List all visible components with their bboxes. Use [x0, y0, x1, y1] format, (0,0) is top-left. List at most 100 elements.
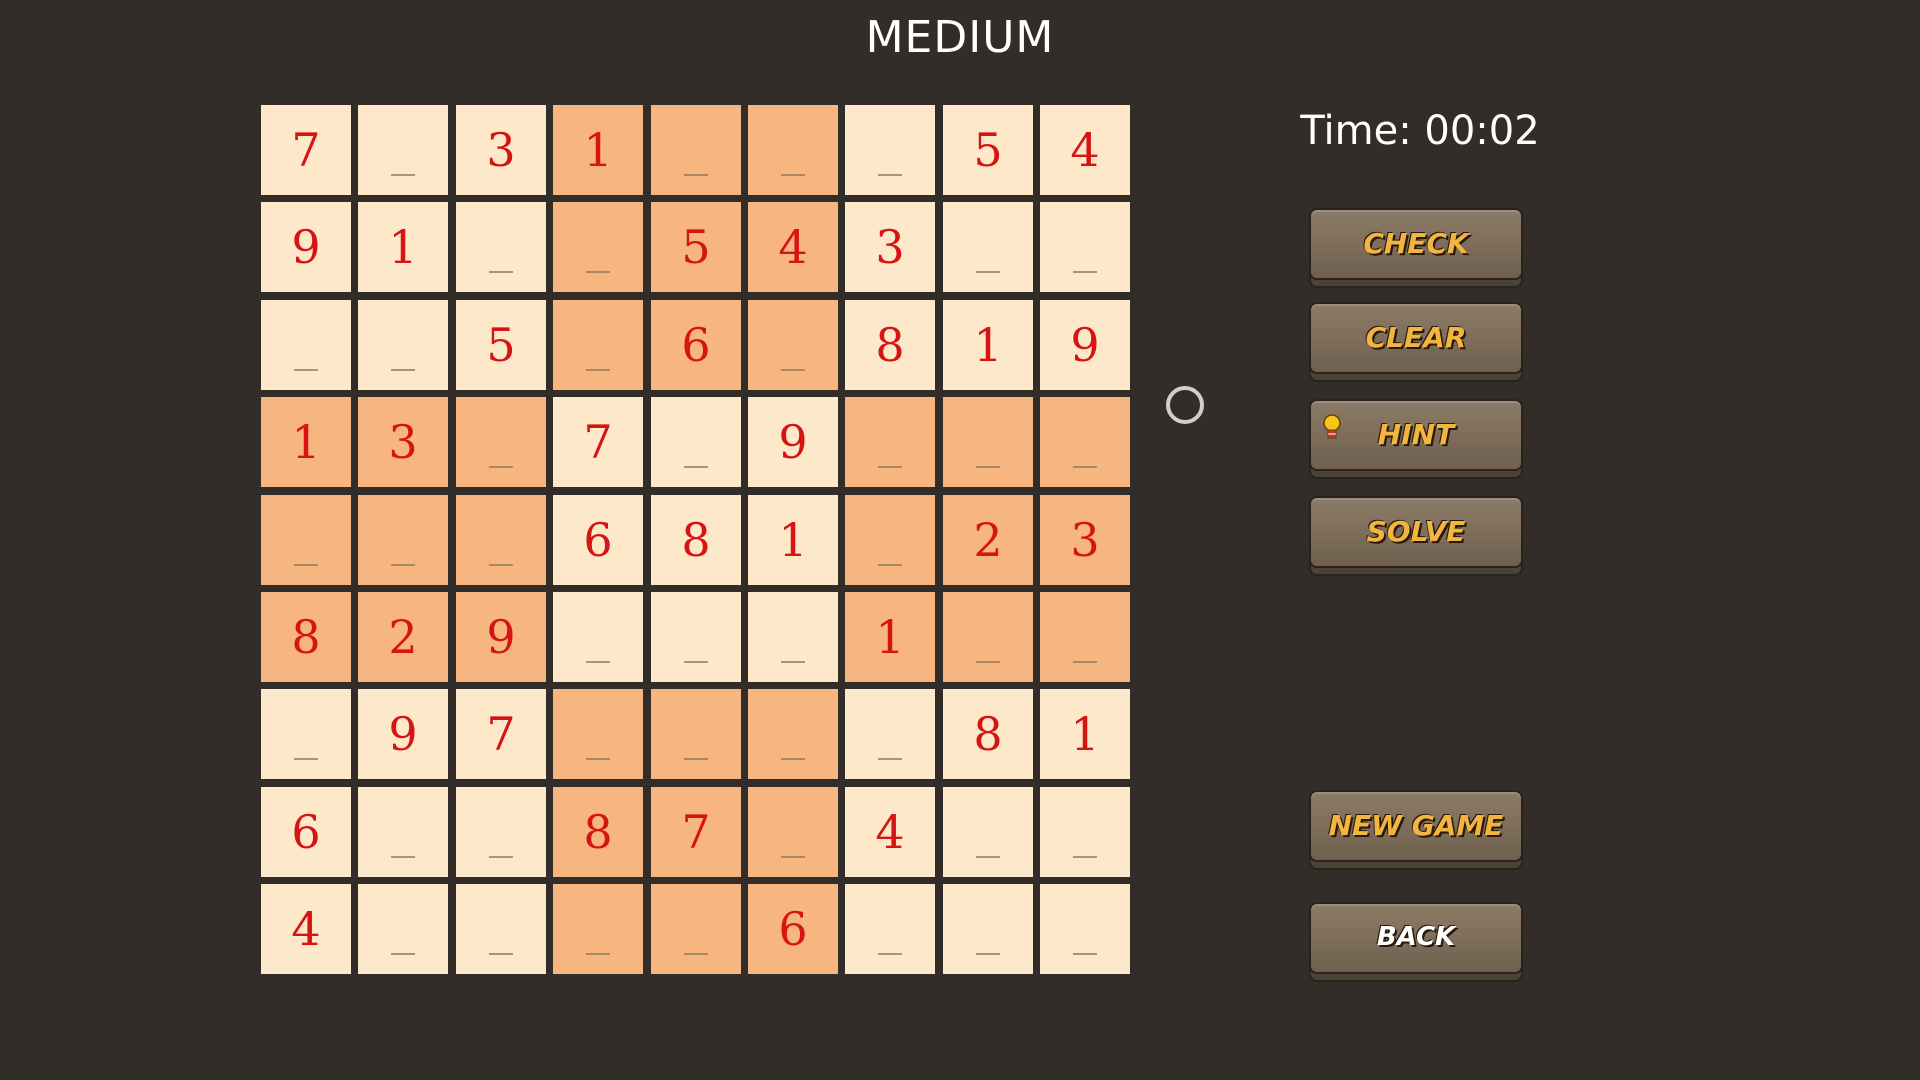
- empty-cell-marker: [878, 466, 902, 468]
- sudoku-cell[interactable]: [358, 787, 448, 877]
- sudoku-cell[interactable]: 5: [943, 105, 1033, 195]
- sudoku-cell[interactable]: 9: [261, 202, 351, 292]
- sudoku-cell[interactable]: 4: [748, 202, 838, 292]
- sudoku-cell[interactable]: [943, 592, 1033, 682]
- cell-digit: 9: [1070, 318, 1100, 372]
- sudoku-cell[interactable]: 1: [1040, 689, 1130, 779]
- sudoku-cell[interactable]: 3: [456, 105, 546, 195]
- sudoku-cell[interactable]: 3: [358, 397, 448, 487]
- sudoku-cell[interactable]: 6: [748, 884, 838, 974]
- sudoku-cell[interactable]: [845, 689, 935, 779]
- sudoku-cell[interactable]: 4: [1040, 105, 1130, 195]
- sudoku-cell[interactable]: [748, 105, 838, 195]
- sudoku-cell[interactable]: 8: [943, 689, 1033, 779]
- empty-cell-marker: [976, 466, 1000, 468]
- new-game-button[interactable]: NEW GAME: [1309, 790, 1523, 872]
- sudoku-cell[interactable]: 8: [651, 495, 741, 585]
- sudoku-cell[interactable]: [1040, 787, 1130, 877]
- hint-button[interactable]: HINT: [1309, 399, 1523, 481]
- sudoku-cell[interactable]: 1: [553, 105, 643, 195]
- sudoku-cell[interactable]: 5: [651, 202, 741, 292]
- sudoku-cell[interactable]: [845, 105, 935, 195]
- sudoku-cell[interactable]: 3: [1040, 495, 1130, 585]
- clear-button[interactable]: CLEAR: [1309, 302, 1523, 384]
- empty-cell-marker: [586, 758, 610, 760]
- sudoku-cell[interactable]: [456, 787, 546, 877]
- sudoku-cell[interactable]: 1: [845, 592, 935, 682]
- sudoku-cell[interactable]: [456, 495, 546, 585]
- sudoku-cell[interactable]: [456, 884, 546, 974]
- sudoku-cell[interactable]: [553, 592, 643, 682]
- sudoku-cell[interactable]: [943, 787, 1033, 877]
- sudoku-cell[interactable]: [943, 397, 1033, 487]
- sudoku-cell[interactable]: [358, 105, 448, 195]
- sudoku-cell[interactable]: [1040, 592, 1130, 682]
- sudoku-cell[interactable]: [1040, 397, 1130, 487]
- empty-cell-marker: [781, 174, 805, 176]
- sudoku-cell[interactable]: [651, 105, 741, 195]
- sudoku-cell[interactable]: 1: [261, 397, 351, 487]
- sudoku-cell[interactable]: [1040, 202, 1130, 292]
- sudoku-cell[interactable]: 9: [358, 689, 448, 779]
- sudoku-cell[interactable]: [845, 495, 935, 585]
- sudoku-cell[interactable]: [845, 884, 935, 974]
- sudoku-cell[interactable]: [261, 689, 351, 779]
- sudoku-cell[interactable]: [748, 689, 838, 779]
- sudoku-cell[interactable]: [943, 202, 1033, 292]
- sudoku-cell[interactable]: 6: [261, 787, 351, 877]
- sudoku-cell[interactable]: 7: [651, 787, 741, 877]
- sudoku-cell[interactable]: [845, 397, 935, 487]
- cell-digit: 5: [973, 123, 1003, 177]
- sudoku-cell[interactable]: [261, 495, 351, 585]
- sudoku-cell[interactable]: 9: [748, 397, 838, 487]
- sudoku-cell[interactable]: [456, 397, 546, 487]
- sudoku-cell[interactable]: 2: [358, 592, 448, 682]
- sudoku-cell[interactable]: 2: [943, 495, 1033, 585]
- back-button[interactable]: BACK: [1309, 902, 1523, 984]
- solve-button[interactable]: SOLVE: [1309, 496, 1523, 578]
- sudoku-cell[interactable]: 8: [553, 787, 643, 877]
- sudoku-cell[interactable]: 1: [943, 300, 1033, 390]
- sudoku-cell[interactable]: [748, 592, 838, 682]
- sudoku-cell[interactable]: [553, 689, 643, 779]
- sudoku-cell[interactable]: [456, 202, 546, 292]
- empty-cell-marker: [976, 953, 1000, 955]
- sudoku-cell[interactable]: 1: [358, 202, 448, 292]
- sudoku-cell[interactable]: 8: [261, 592, 351, 682]
- sudoku-cell[interactable]: 7: [261, 105, 351, 195]
- sudoku-cell[interactable]: [943, 884, 1033, 974]
- sudoku-cell[interactable]: [553, 884, 643, 974]
- sudoku-cell[interactable]: [1040, 884, 1130, 974]
- sudoku-cell[interactable]: [651, 689, 741, 779]
- sudoku-cell[interactable]: 4: [261, 884, 351, 974]
- sudoku-cell[interactable]: [651, 397, 741, 487]
- sudoku-cell[interactable]: 8: [845, 300, 935, 390]
- sudoku-cell[interactable]: 1: [748, 495, 838, 585]
- sudoku-cell[interactable]: [358, 495, 448, 585]
- sudoku-cell[interactable]: 9: [1040, 300, 1130, 390]
- cell-digit: 1: [778, 513, 808, 567]
- sudoku-cell[interactable]: 7: [553, 397, 643, 487]
- sudoku-cell[interactable]: 6: [553, 495, 643, 585]
- sudoku-cell[interactable]: [358, 300, 448, 390]
- sudoku-cell[interactable]: 4: [845, 787, 935, 877]
- sudoku-cell[interactable]: [261, 300, 351, 390]
- sudoku-cell[interactable]: 6: [651, 300, 741, 390]
- sudoku-cell[interactable]: 7: [456, 689, 546, 779]
- sudoku-cell[interactable]: [651, 592, 741, 682]
- cell-digit: 1: [973, 318, 1003, 372]
- sudoku-cell[interactable]: [553, 300, 643, 390]
- sudoku-cell[interactable]: 3: [845, 202, 935, 292]
- sudoku-cell[interactable]: [553, 202, 643, 292]
- sudoku-cell[interactable]: [651, 884, 741, 974]
- empty-cell-marker: [684, 661, 708, 663]
- empty-cell-marker: [586, 271, 610, 273]
- cell-digit: 4: [875, 805, 905, 859]
- sudoku-cell[interactable]: [748, 300, 838, 390]
- sudoku-cell[interactable]: [358, 884, 448, 974]
- sudoku-cell[interactable]: 5: [456, 300, 546, 390]
- empty-cell-marker: [684, 953, 708, 955]
- check-button[interactable]: CHECK: [1309, 208, 1523, 290]
- sudoku-cell[interactable]: 9: [456, 592, 546, 682]
- sudoku-cell[interactable]: [748, 787, 838, 877]
